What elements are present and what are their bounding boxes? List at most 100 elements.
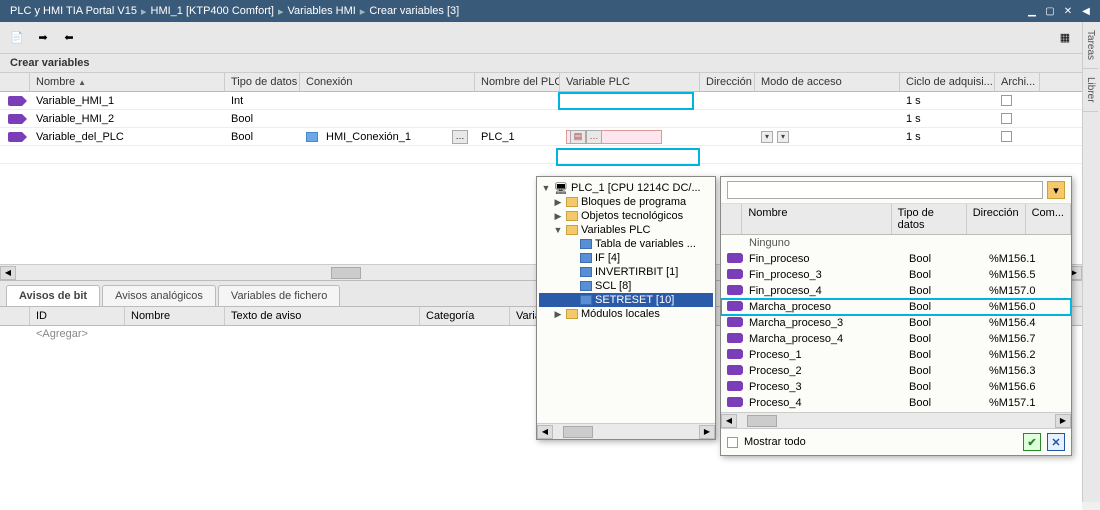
tag-icon xyxy=(727,317,741,327)
list-col-type[interactable]: Tipo de datos xyxy=(892,204,967,234)
browse-icon[interactable]: … xyxy=(586,130,602,144)
col-cat[interactable]: Categoría xyxy=(420,307,510,325)
col-type[interactable]: Tipo de datos xyxy=(225,73,300,91)
browse-conn-icon[interactable]: … xyxy=(452,130,468,144)
tag-icon xyxy=(8,114,22,124)
archive-checkbox[interactable] xyxy=(1001,95,1012,106)
archive-checkbox[interactable] xyxy=(1001,131,1012,142)
breadcrumb-4[interactable]: Crear variables [3] xyxy=(365,5,463,17)
list-item[interactable]: Proceso_2Bool%M156.3 xyxy=(721,363,1071,379)
breadcrumb-1[interactable]: PLC y HMI TIA Portal V15 xyxy=(6,5,141,17)
show-all-label: Mostrar todo xyxy=(744,436,806,448)
tag-icon xyxy=(727,301,741,311)
tag-icon xyxy=(727,397,741,407)
tree-root[interactable]: ▼ 🖥 PLC_1 [CPU 1214C DC/... xyxy=(539,181,713,195)
table-row[interactable]: Variable_del_PLCBoolHMI_Conexión_1…PLC_1… xyxy=(0,128,1082,146)
dropdown-icon[interactable]: ▾ xyxy=(777,131,789,143)
maximize-icon[interactable]: ▢ xyxy=(1042,4,1058,18)
tree-item[interactable]: Tabla de variables ... xyxy=(539,237,713,251)
col-name2[interactable]: Nombre xyxy=(125,307,225,325)
col-dir[interactable]: Dirección xyxy=(700,73,755,91)
table-row[interactable]: Variable_HMI_1Int1 s xyxy=(0,92,1082,110)
breadcrumb-3[interactable]: Variables HMI xyxy=(284,5,360,17)
col-cycle[interactable]: Ciclo de adquisi... xyxy=(900,73,995,91)
plcvar-input[interactable]: ▤… xyxy=(566,130,662,144)
list-item[interactable]: Marcha_proceso_4Bool%M156.7 xyxy=(721,331,1071,347)
add-row[interactable] xyxy=(0,146,1082,164)
tree-item[interactable]: ▼Variables PLC xyxy=(539,223,713,237)
scroll-thumb[interactable] xyxy=(331,267,361,279)
folder-icon xyxy=(566,197,578,207)
col-id[interactable]: ID xyxy=(30,307,125,325)
col-text[interactable]: Texto de aviso xyxy=(225,307,420,325)
list-h-scroll[interactable]: ◀▶ xyxy=(721,412,1071,428)
list-item[interactable]: Fin_proceso_4Bool%M157.0 xyxy=(721,283,1071,299)
tree-item[interactable]: SCL [8] xyxy=(539,279,713,293)
block-icon xyxy=(580,295,592,305)
tree-item[interactable]: ▶Bloques de programa xyxy=(539,195,713,209)
list-col-dir[interactable]: Dirección xyxy=(967,204,1026,234)
tab-file-vars[interactable]: Variables de fichero xyxy=(218,285,340,306)
list-item[interactable]: Marcha_proceso_3Bool%M156.4 xyxy=(721,315,1071,331)
dropdown-icon[interactable]: ▾ xyxy=(761,131,773,143)
right-dock: Tareas Librer xyxy=(1082,22,1100,502)
expand-icon[interactable]: ▼ xyxy=(553,225,563,235)
tag-icon xyxy=(727,365,741,375)
close-icon[interactable]: ✕ xyxy=(1060,4,1076,18)
col-plcname[interactable]: Nombre del PLC xyxy=(475,73,560,91)
col-conn[interactable]: Conexión xyxy=(300,73,475,91)
expand-icon[interactable]: ▶ xyxy=(553,309,563,320)
ok-button[interactable]: ✔ xyxy=(1023,433,1041,451)
variables-grid: Nombre ▲ Tipo de datos Conexión Nombre d… xyxy=(0,72,1082,164)
expand-icon[interactable]: ▶ xyxy=(553,197,563,208)
tree-h-scroll[interactable]: ◀▶ xyxy=(537,423,715,439)
tag-icon xyxy=(8,132,22,142)
archive-checkbox[interactable] xyxy=(1001,113,1012,124)
scroll-left-icon[interactable]: ◀ xyxy=(0,266,16,280)
tree-item[interactable]: ▶Objetos tecnológicos xyxy=(539,209,713,223)
list-popup: ▾ Nombre Tipo de datos Dirección Com... … xyxy=(720,176,1072,456)
list-item[interactable]: Proceso_3Bool%M156.6 xyxy=(721,379,1071,395)
tree-item[interactable]: IF [4] xyxy=(539,251,713,265)
table-row[interactable]: Variable_HMI_2Bool1 s xyxy=(0,110,1082,128)
list-col-name[interactable]: Nombre xyxy=(742,204,891,234)
import-icon[interactable]: ⬅ xyxy=(60,29,78,47)
col-mode[interactable]: Modo de acceso xyxy=(755,73,900,91)
expand-icon[interactable]: ▼ xyxy=(541,183,551,193)
tag-icon xyxy=(727,285,741,295)
minimize-icon[interactable]: ▁ xyxy=(1024,4,1040,18)
list-none[interactable]: Ninguno xyxy=(721,235,1071,251)
tree-item[interactable]: INVERTIRBIT [1] xyxy=(539,265,713,279)
export-icon[interactable]: ➡ xyxy=(34,29,52,47)
list-item[interactable]: Marcha_procesoBool%M156.0 xyxy=(721,299,1071,315)
new-icon[interactable]: 📄 xyxy=(8,29,26,47)
dock-libraries[interactable]: Librer xyxy=(1083,69,1098,112)
tab-analog-alarms[interactable]: Avisos analógicos xyxy=(102,285,216,306)
expand-icon[interactable]: ▶ xyxy=(553,211,563,222)
filter-icon[interactable]: ▾ xyxy=(1047,181,1065,199)
block-icon xyxy=(580,253,592,263)
list-col-com[interactable]: Com... xyxy=(1026,204,1071,234)
list-icon[interactable]: ▤ xyxy=(570,130,586,144)
section-title: Crear variables xyxy=(0,54,1082,72)
col-plcvar[interactable]: Variable PLC xyxy=(560,73,700,91)
show-all-checkbox[interactable] xyxy=(727,437,738,448)
tree-popup: ▼ 🖥 PLC_1 [CPU 1214C DC/... ▶Bloques de … xyxy=(536,176,716,440)
block-icon xyxy=(580,267,592,277)
tree-item[interactable]: SETRESET [10] xyxy=(539,293,713,307)
breadcrumb-2[interactable]: HMI_1 [KTP400 Comfort] xyxy=(147,5,279,17)
search-input[interactable] xyxy=(727,181,1043,199)
col-arch[interactable]: Archi... xyxy=(995,73,1040,91)
list-item[interactable]: Proceso_1Bool%M156.2 xyxy=(721,347,1071,363)
settings-icon[interactable]: ▦ xyxy=(1056,29,1074,47)
cancel-button[interactable]: ✕ xyxy=(1047,433,1065,451)
back-icon[interactable]: ◀ xyxy=(1078,4,1094,18)
list-item[interactable]: Proceso_4Bool%M157.1 xyxy=(721,395,1071,411)
list-item[interactable]: Fin_proceso_3Bool%M156.5 xyxy=(721,267,1071,283)
list-item[interactable]: Fin_procesoBool%M156.1 xyxy=(721,251,1071,267)
dock-tasks[interactable]: Tareas xyxy=(1083,22,1098,69)
toolbar: 📄 ➡ ⬅ ▦ xyxy=(0,22,1082,54)
col-name[interactable]: Nombre ▲ xyxy=(30,73,225,91)
tree-item[interactable]: ▶Módulos locales xyxy=(539,307,713,321)
tab-bit-alarms[interactable]: Avisos de bit xyxy=(6,285,100,306)
